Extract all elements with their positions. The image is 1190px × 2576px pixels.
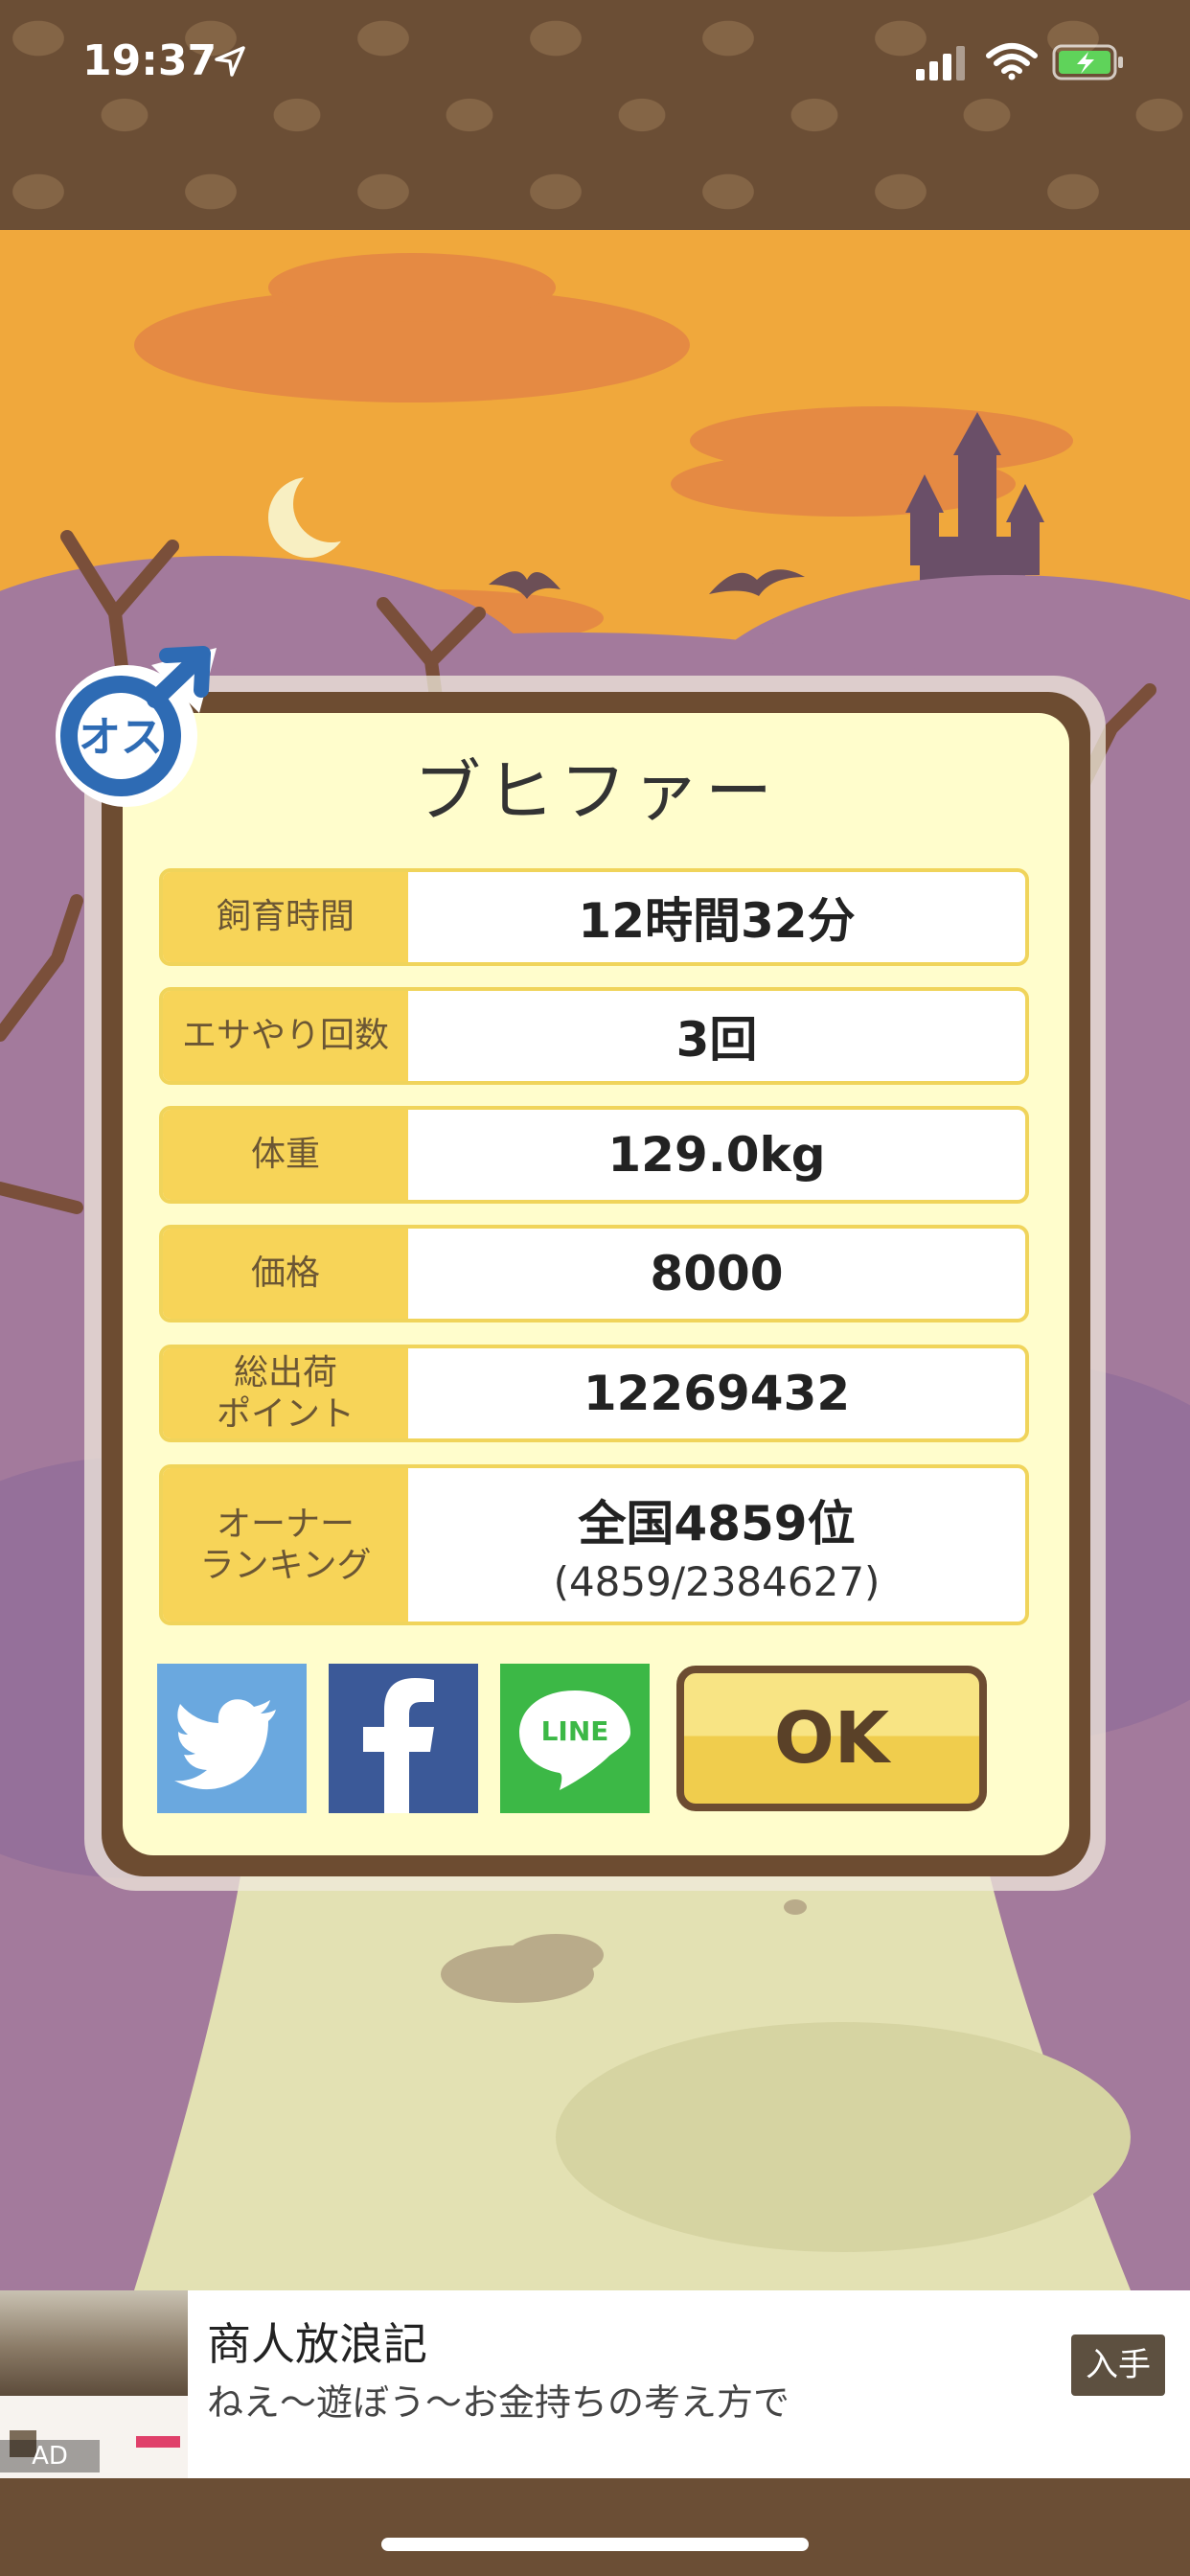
- stat-row-feed-count: エサやり回数 3回: [159, 987, 1029, 1085]
- stat-value: 12269432: [583, 1366, 851, 1421]
- status-time: 19:37: [82, 36, 217, 85]
- stat-value: 12時間32分: [578, 893, 856, 949]
- status-bar: 19:37: [0, 0, 1190, 230]
- stat-row-price: 価格 8000: [159, 1225, 1029, 1322]
- location-arrow-icon: [215, 46, 245, 77]
- twitter-share-button[interactable]: [157, 1664, 307, 1813]
- stat-row-owner-ranking: オーナー ランキング 全国4859位 (4859/2384627): [159, 1464, 1029, 1625]
- battery-charging-icon: [1052, 44, 1123, 80]
- line-share-button[interactable]: LINE: [500, 1664, 650, 1813]
- ranking-value: 全国4859位: [578, 1495, 856, 1552]
- stat-label: 体重: [163, 1110, 408, 1200]
- stat-label: 総出荷 ポイント: [163, 1348, 408, 1438]
- ad-title[interactable]: 商人放浪記: [207, 2310, 427, 2373]
- stat-value: 129.0kg: [607, 1127, 826, 1183]
- stat-label: オーナー ランキング: [163, 1468, 408, 1622]
- stat-label: エサやり回数: [163, 991, 408, 1081]
- ranking-detail: (4859/2384627): [553, 1557, 881, 1605]
- stat-row-shipping-points: 総出荷 ポイント 12269432: [159, 1345, 1029, 1442]
- stat-label: 価格: [163, 1229, 408, 1319]
- ad-thumbnail[interactable]: [0, 2290, 188, 2396]
- ad-thumbnail-accent: [136, 2436, 180, 2448]
- ad-get-button[interactable]: 入手: [1071, 2334, 1165, 2396]
- pet-name: ブヒファー: [414, 752, 778, 831]
- home-indicator[interactable]: [381, 2538, 809, 2551]
- wifi-icon: [986, 43, 1038, 80]
- signal-icon: [916, 46, 965, 80]
- ad-tag: AD: [0, 2440, 100, 2472]
- stat-row-weight: 体重 129.0kg: [159, 1106, 1029, 1204]
- ad-banner[interactable]: AD 商人放浪記 ねえ〜遊ぼう〜お金持ちの考え方で 入手: [0, 2290, 1190, 2478]
- ad-description: ねえ〜遊ぼう〜お金持ちの考え方で: [207, 2381, 790, 2424]
- stat-value: 8000: [650, 1246, 784, 1301]
- line-label: LINE: [541, 1715, 609, 1747]
- facebook-share-button[interactable]: [329, 1664, 478, 1813]
- ok-button[interactable]: OK: [676, 1666, 987, 1811]
- stat-value-ranking: 全国4859位 (4859/2384627): [408, 1468, 1025, 1622]
- stat-label: 飼育時間: [163, 872, 408, 962]
- stat-row-feeding-time: 飼育時間 12時間32分: [159, 868, 1029, 966]
- stat-value: 3回: [675, 1012, 758, 1068]
